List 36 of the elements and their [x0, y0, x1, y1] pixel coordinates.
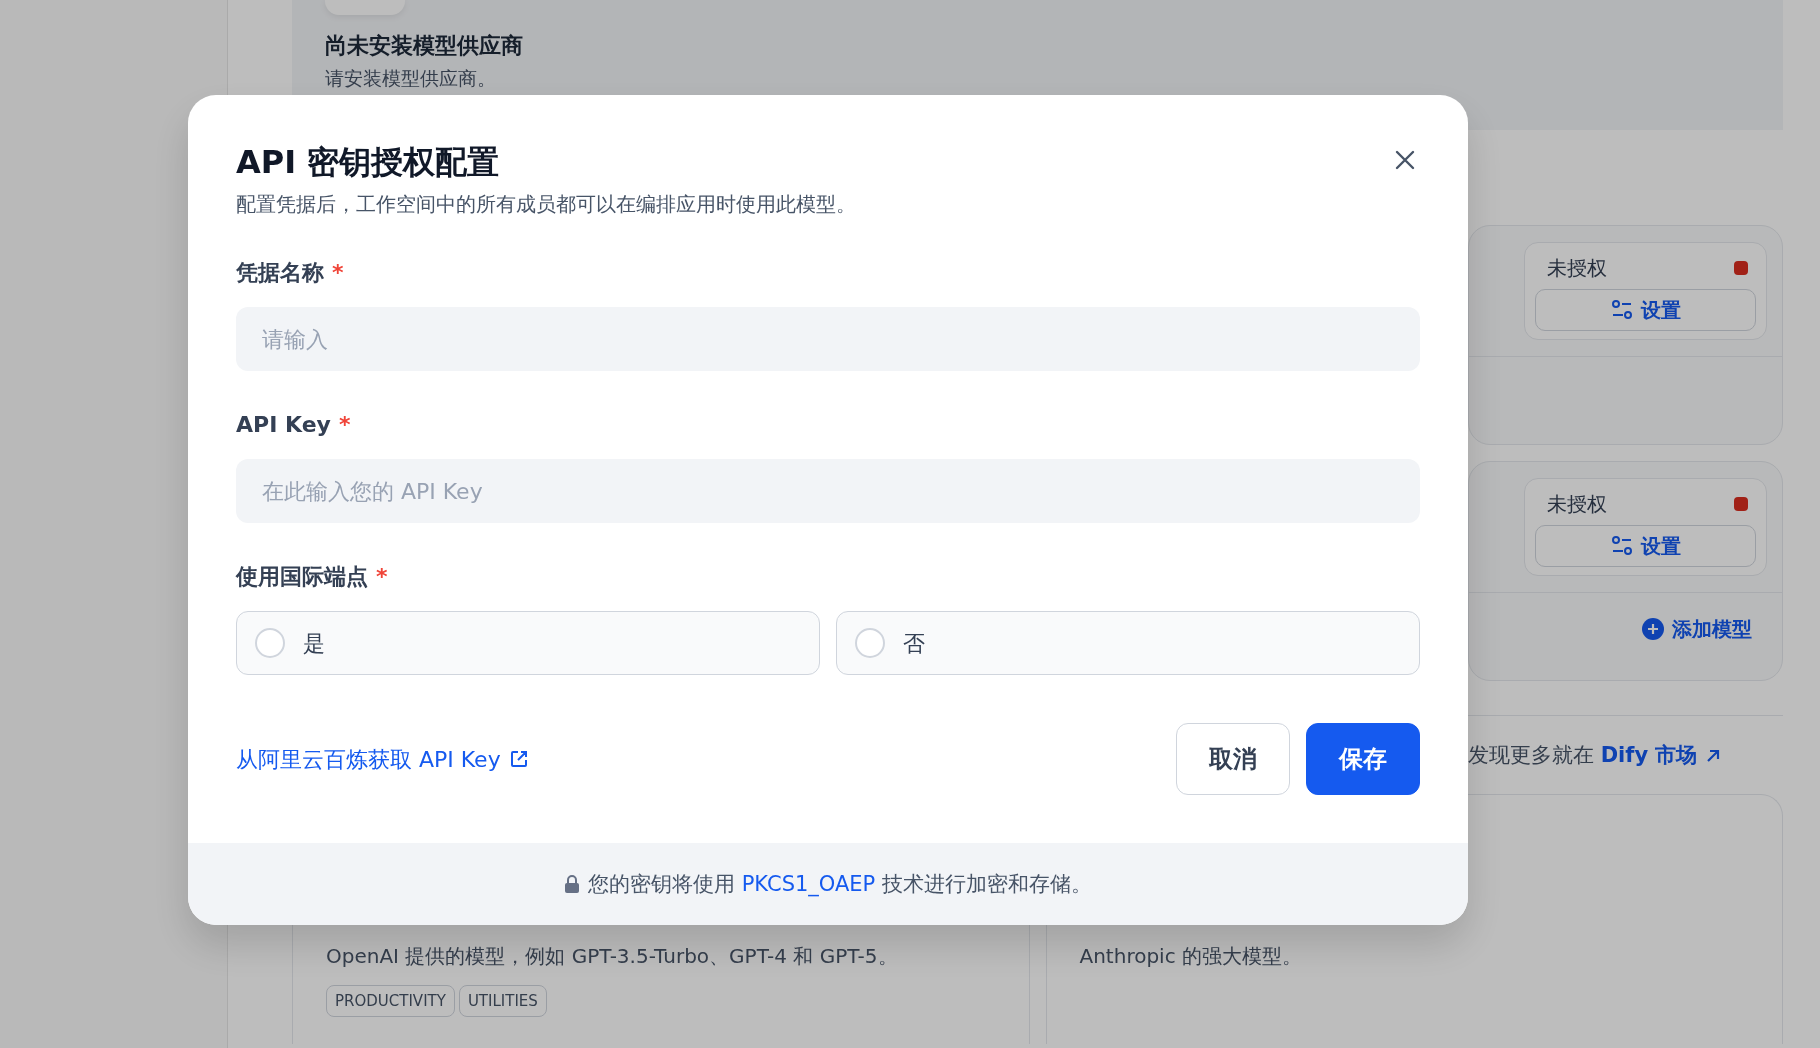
plus-icon — [1642, 618, 1664, 640]
lock-icon — [564, 874, 580, 895]
radio-button[interactable] — [255, 628, 285, 659]
radio-option[interactable]: 是 — [236, 611, 820, 676]
empty-state-title: 尚未安装模型供应商 — [325, 32, 524, 60]
settings-button[interactable]: 设置 — [1535, 289, 1756, 331]
field-label: 使用国际端点 — [236, 564, 368, 590]
input-field[interactable]: 请输入 — [236, 307, 1420, 372]
dialog-description: 配置凭据后，工作空间中的所有成员都可以在编排应用时使用此模型。 — [236, 191, 857, 219]
empty-state-description: 请安装模型供应商。 — [325, 66, 497, 91]
field-label: API Key — [236, 412, 331, 438]
input-field[interactable]: 在此输入您的 API Key — [236, 459, 1420, 524]
field-label: 凭据名称 — [236, 260, 324, 286]
external-link-icon — [508, 749, 529, 770]
radio-button[interactable] — [855, 628, 885, 659]
marketplace-text: 发现更多就在 — [1468, 743, 1595, 767]
settings-icon — [1610, 535, 1633, 557]
settings-icon — [1610, 299, 1633, 321]
settings-button[interactable]: 设置 — [1535, 525, 1756, 567]
status-label: 未授权 — [1546, 491, 1607, 518]
marketplace-link[interactable]: Dify 市场 — [1600, 743, 1721, 767]
tag: UTILITIES — [458, 984, 547, 1017]
footer-note: 您的密钥将使用 PKCS1_OAEP 技术进行加密和存储。 — [588, 870, 1092, 899]
required-mark: * — [376, 564, 388, 590]
plugin-description: Anthropic 的强大模型。 — [1079, 942, 1303, 970]
required-mark: * — [338, 412, 351, 438]
add-model-button[interactable]: 添加模型 — [1636, 613, 1758, 645]
help-link[interactable]: 从阿里云百炼获取 API Key — [236, 742, 529, 776]
save-button[interactable]: 保存 — [1306, 723, 1420, 796]
dialog-title: API 密钥授权配置 — [236, 143, 500, 182]
required-mark: * — [332, 260, 344, 286]
tag: PRODUCTIVITY — [326, 984, 455, 1017]
cancel-button[interactable]: 取消 — [1176, 723, 1290, 796]
plugin-description: OpenAI 提供的模型，例如 GPT-3.5-Turbo、GPT-4 和 GPT-5。 — [326, 942, 899, 970]
status-label: 未授权 — [1546, 255, 1607, 282]
radio-option[interactable]: 否 — [836, 611, 1420, 676]
